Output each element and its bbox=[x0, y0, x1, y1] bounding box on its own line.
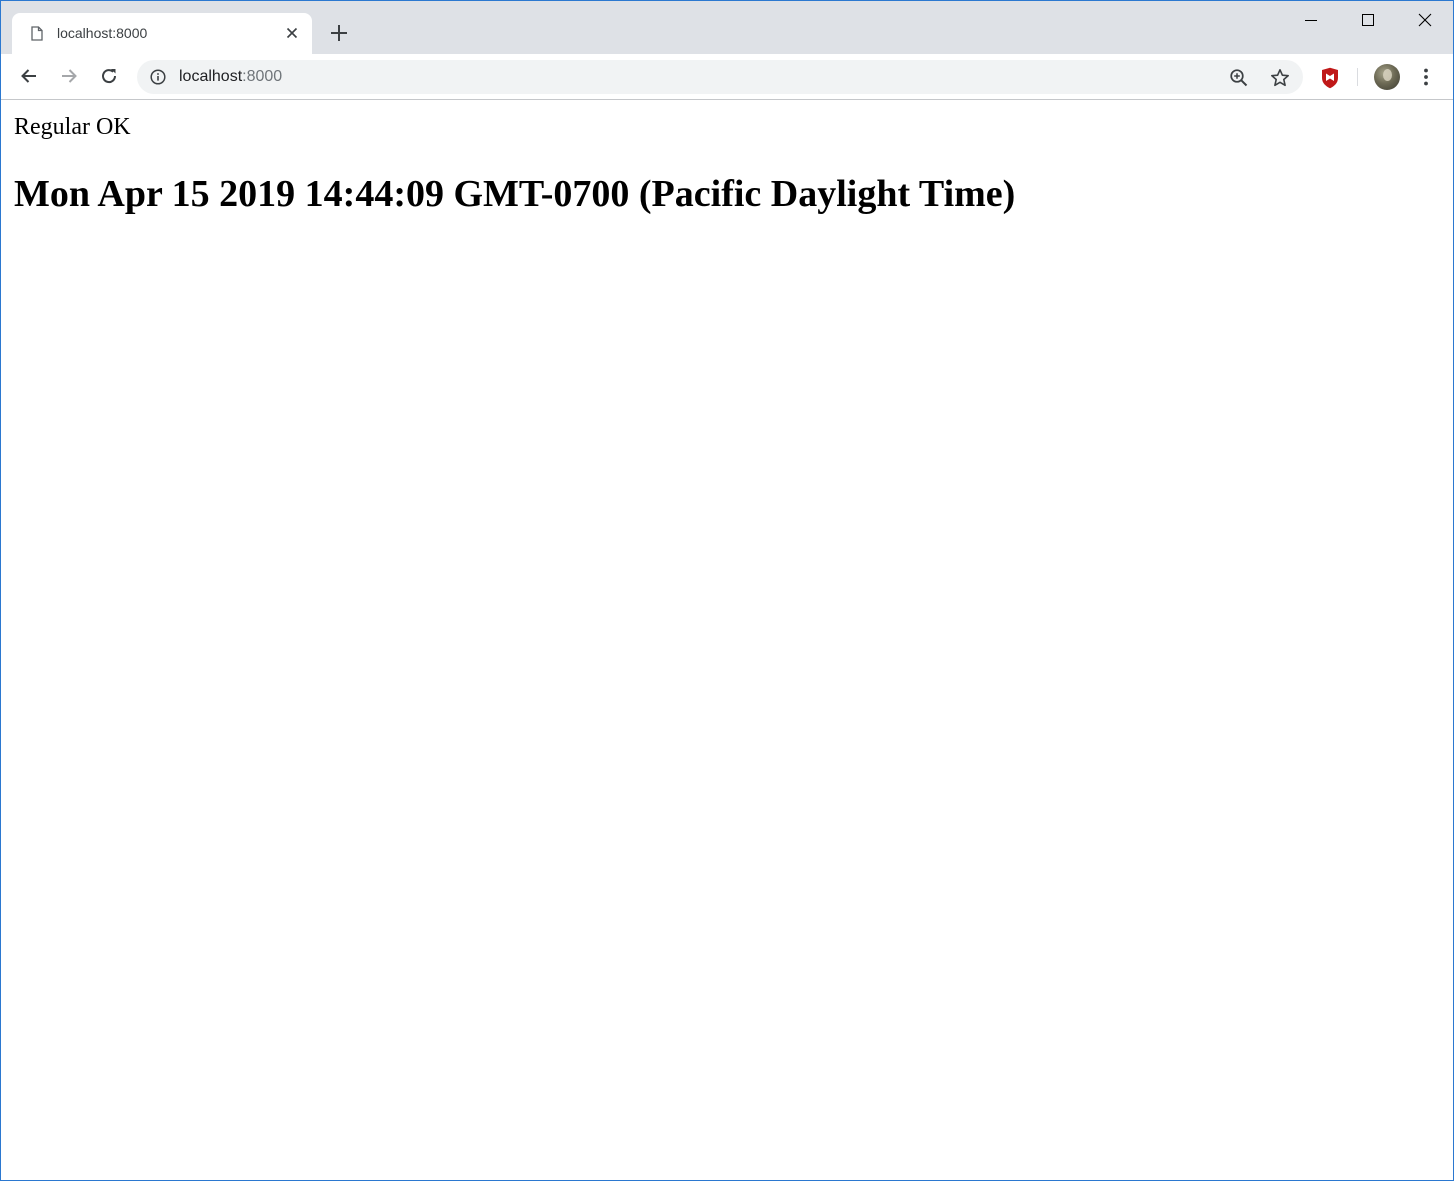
browser-toolbar: localhost:8000 bbox=[1, 54, 1453, 100]
url-port: :8000 bbox=[242, 68, 283, 85]
reload-button[interactable] bbox=[94, 61, 124, 91]
back-button[interactable] bbox=[14, 61, 44, 91]
toolbar-separator bbox=[1357, 68, 1358, 86]
zoom-in-icon[interactable] bbox=[1229, 68, 1249, 88]
info-icon[interactable] bbox=[150, 69, 166, 85]
arrow-right-icon bbox=[62, 69, 77, 83]
close-icon bbox=[1418, 13, 1432, 27]
url-host: localhost bbox=[179, 68, 243, 85]
date-heading: Mon Apr 15 2019 14:44:09 GMT-0700 (Pacif… bbox=[14, 173, 1016, 215]
kebab-menu-icon bbox=[1424, 68, 1428, 86]
maximize-icon bbox=[1362, 14, 1374, 26]
forward-button[interactable] bbox=[54, 61, 84, 91]
star-icon[interactable] bbox=[1270, 68, 1290, 88]
minimize-icon bbox=[1305, 20, 1317, 21]
close-window-button[interactable] bbox=[1397, 1, 1453, 39]
browser-window: localhost:8000 localhost:8000 Regular OK… bbox=[0, 0, 1454, 1181]
browser-tab[interactable]: localhost:8000 bbox=[12, 13, 312, 54]
browser-menu-button[interactable] bbox=[1410, 61, 1442, 93]
status-text: Regular OK bbox=[14, 114, 131, 140]
tab-strip: localhost:8000 bbox=[1, 1, 1453, 54]
maximize-button[interactable] bbox=[1340, 1, 1396, 39]
page-icon bbox=[31, 26, 43, 41]
tab-title: localhost:8000 bbox=[57, 25, 148, 41]
new-tab-button[interactable] bbox=[327, 21, 351, 45]
profile-avatar[interactable] bbox=[1374, 64, 1400, 90]
mcafee-shield-icon[interactable] bbox=[1319, 67, 1341, 89]
close-tab-icon[interactable] bbox=[284, 25, 300, 41]
minimize-button[interactable] bbox=[1283, 1, 1339, 39]
address-bar[interactable]: localhost:8000 bbox=[137, 60, 1303, 94]
reload-icon bbox=[102, 69, 117, 84]
arrow-left-icon bbox=[21, 69, 36, 83]
plus-icon bbox=[327, 25, 351, 49]
url-text[interactable]: localhost:8000 bbox=[179, 67, 282, 87]
page-content: Regular OK Mon Apr 15 2019 14:44:09 GMT-… bbox=[1, 100, 1453, 1180]
